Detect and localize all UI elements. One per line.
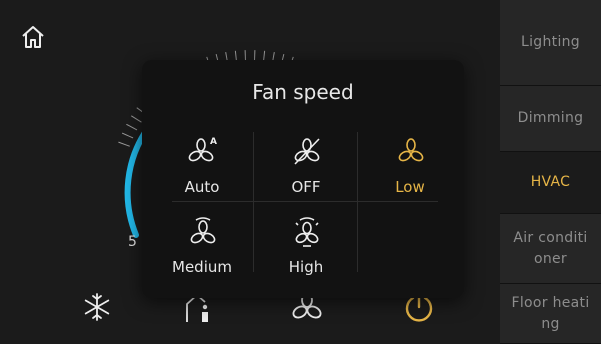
nav-item-label: HVAC [530,174,571,190]
fan-off-icon [294,138,320,165]
nav-item-label: Air conditioner [513,229,588,267]
dial-tick [121,132,134,139]
nav-item-dimming[interactable]: Dimming [500,86,601,152]
dial-tick [126,123,138,131]
fan-option-medium[interactable]: Medium [150,214,254,284]
fan-low-icon [398,138,424,162]
fan-high-icon [295,217,319,247]
fan-option-label: OFF [291,178,321,196]
fan-option-off[interactable]: OFF [254,134,358,204]
fan-medium-icon [190,217,216,244]
fan-auto-icon: A [188,137,217,162]
fan-option-label: Medium [172,258,232,276]
nav-item-lighting[interactable]: Lighting [500,0,601,86]
nav-item-label: Floor heating [511,294,590,332]
nav-item-air-conditioner[interactable]: Air conditioner [500,214,601,284]
fan-option-low[interactable]: Low [358,134,462,204]
dial-tick [118,141,130,147]
dial-tick [131,115,142,123]
nav-item-hvac[interactable]: HVAC [500,152,601,214]
dialog-title: Fan speed [252,80,354,104]
svg-text:A: A [210,137,217,147]
hvac-screen: 5 29 Lig [0,0,601,344]
nav-item-label: Dimming [517,110,584,126]
fan-option-label: Low [395,178,425,196]
sidebar-nav: Lighting Dimming HVAC Air conditioner Fl… [500,0,601,344]
snowflake-icon [84,293,110,321]
nav-item-floor-heating[interactable]: Floor heating [500,284,601,344]
fan-speed-dialog: Fan speed A Auto OFF Low Medium High [142,60,464,298]
fan-option-label: High [288,258,324,276]
cooling-mode-button[interactable] [80,290,114,324]
fan-option-high[interactable]: High [254,214,358,284]
dial-min-label: 5 [128,234,137,250]
fan-option-label: Auto [184,178,220,196]
fan-option-auto[interactable]: A Auto [150,134,254,204]
nav-item-label: Lighting [521,34,580,50]
